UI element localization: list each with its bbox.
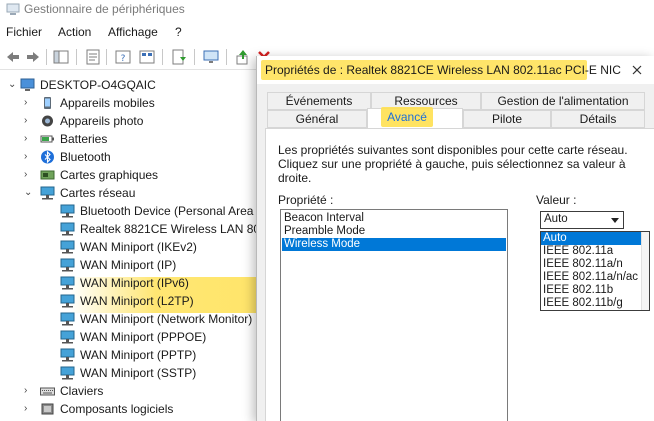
device-label: Realtek 8821CE Wireless LAN 802. — [80, 222, 271, 236]
value-option-auto[interactable]: Auto — [541, 232, 641, 245]
scan-hardware-icon[interactable] — [170, 48, 188, 66]
device-label: WAN Miniport (IKEv2) — [80, 240, 197, 254]
network-adapter-icon — [60, 204, 75, 218]
panel-description: Les propriétés suivantes sont disponible… — [278, 143, 628, 185]
chevron-right-icon[interactable]: › — [24, 130, 34, 148]
phone-icon — [40, 96, 55, 110]
svg-text:?: ? — [121, 54, 126, 64]
network-adapter-icon — [60, 258, 75, 272]
dialog-title-bar: Propriétés de : Realtek 8821CE Wireless … — [257, 56, 654, 84]
tab-evenements[interactable]: Événements — [267, 92, 371, 110]
monitor-icon[interactable] — [202, 48, 220, 66]
device-label: WAN Miniport (IPv6) — [80, 276, 189, 290]
chevron-right-icon[interactable]: › — [24, 112, 34, 130]
close-icon[interactable] — [627, 60, 647, 80]
device-label: WAN Miniport (L2TP) — [80, 294, 194, 308]
chevron-right-icon[interactable]: › — [24, 166, 34, 184]
computer-icon — [20, 78, 35, 92]
chevron-right-icon[interactable]: › — [24, 382, 34, 400]
network-adapter-icon — [60, 294, 75, 308]
device-tree: ⌄ DESKTOP-O4GQAIC › Appareils mobiles › … — [0, 74, 270, 421]
menu-bar: Fichier Action Affichage ? — [0, 23, 654, 41]
network-adapter-icon — [60, 366, 75, 380]
value-label: Valeur : — [536, 193, 577, 207]
device-manager-icon — [6, 3, 20, 16]
device-label: WAN Miniport (PPPOE) — [80, 330, 207, 344]
tab-pilote[interactable]: Pilote — [463, 110, 551, 128]
tree-category-label: Batteries — [60, 132, 108, 146]
device-label: WAN Miniport (Network Monitor) — [80, 312, 253, 326]
update-driver-icon[interactable] — [234, 48, 252, 66]
tree-category-label: Claviers — [60, 384, 104, 398]
tree-category-label: Cartes graphiques — [60, 168, 159, 182]
value-option-80211bg[interactable]: IEEE 802.11b/g — [541, 297, 641, 310]
menu-help[interactable]: ? — [175, 25, 182, 39]
menu-fichier[interactable]: Fichier — [6, 25, 42, 39]
chevron-right-icon[interactable]: › — [24, 400, 34, 418]
device-label: Bluetooth Device (Personal Area N — [80, 204, 266, 218]
network-adapter-icon — [40, 186, 55, 200]
chevron-down-icon[interactable]: ⌄ — [8, 76, 18, 94]
network-adapter-icon — [60, 312, 75, 326]
tree-category-label: Composants logiciels — [60, 402, 174, 416]
value-dropdown-list[interactable]: Auto IEEE 802.11a IEEE 802.11a/n IEEE 80… — [540, 231, 650, 311]
show-hide-console-tree-icon[interactable] — [52, 48, 70, 66]
network-adapter-icon — [60, 348, 75, 362]
value-option-80211an[interactable]: IEEE 802.11a/n — [541, 258, 641, 271]
device-label: WAN Miniport (IP) — [80, 258, 177, 272]
value-select-current: Auto — [544, 213, 568, 225]
property-label: Propriété : — [278, 193, 334, 207]
dialog-title: Propriétés de : Realtek 8821CE Wireless … — [265, 63, 621, 77]
value-option-80211a[interactable]: IEEE 802.11a — [541, 245, 641, 258]
device-label: WAN Miniport (SSTP) — [80, 366, 197, 380]
menu-action[interactable]: Action — [58, 25, 91, 39]
tree-category-label: Appareils mobiles — [60, 96, 155, 110]
back-arrow-icon[interactable] — [4, 48, 22, 66]
properties-icon[interactable] — [84, 48, 102, 66]
value-option-80211b[interactable]: IEEE 802.11b — [541, 284, 641, 297]
keyboard-icon — [40, 384, 55, 398]
value-select[interactable]: Auto — [540, 211, 624, 229]
tree-category-label: Cartes réseau — [60, 186, 136, 200]
tree-root-label: DESKTOP-O4GQAIC — [40, 78, 156, 92]
property-item-beacon-interval[interactable]: Beacon Interval — [282, 212, 506, 225]
software-component-icon — [40, 402, 55, 416]
properties-dialog: Propriétés de : Realtek 8821CE Wireless … — [256, 56, 654, 421]
tab-gestion-alimentation[interactable]: Gestion de l'alimentation — [481, 92, 645, 110]
property-item-preamble-mode[interactable]: Preamble Mode — [282, 225, 506, 238]
value-list-scrollbar[interactable] — [641, 232, 649, 310]
display-adapter-icon — [40, 168, 55, 182]
chevron-right-icon[interactable]: › — [24, 94, 34, 112]
value-option-80211anac[interactable]: IEEE 802.11a/n/ac — [541, 271, 641, 284]
tree-category-label: Bluetooth — [60, 150, 111, 164]
network-adapter-icon — [60, 330, 75, 344]
chevron-down-icon[interactable] — [608, 213, 622, 227]
chevron-right-icon[interactable]: › — [24, 148, 34, 166]
view-icon[interactable] — [138, 48, 156, 66]
tree-category-label: Appareils photo — [60, 114, 144, 128]
network-adapter-icon — [60, 276, 75, 290]
window-title-bar: Gestionnaire de périphériques — [0, 0, 654, 20]
network-adapter-icon — [60, 240, 75, 254]
battery-icon — [40, 132, 55, 146]
tab-avance-label[interactable]: Avancé — [381, 110, 433, 124]
forward-arrow-icon[interactable] — [24, 48, 42, 66]
network-adapter-icon — [60, 222, 75, 236]
property-list[interactable]: Beacon Interval Preamble Mode Wireless M… — [280, 209, 508, 421]
bluetooth-icon — [40, 150, 55, 164]
advanced-panel: Les propriétés suivantes sont disponible… — [265, 128, 654, 421]
help-icon[interactable]: ? — [114, 48, 132, 66]
device-label: WAN Miniport (PPTP) — [80, 348, 197, 362]
tab-general[interactable]: Général — [267, 110, 367, 128]
tab-details[interactable]: Détails — [551, 110, 645, 128]
property-item-wireless-mode[interactable]: Wireless Mode — [282, 238, 506, 251]
menu-affichage[interactable]: Affichage — [108, 25, 158, 39]
window-title: Gestionnaire de périphériques — [24, 2, 185, 16]
camera-icon — [40, 114, 55, 128]
chevron-down-icon[interactable]: ⌄ — [24, 184, 34, 202]
